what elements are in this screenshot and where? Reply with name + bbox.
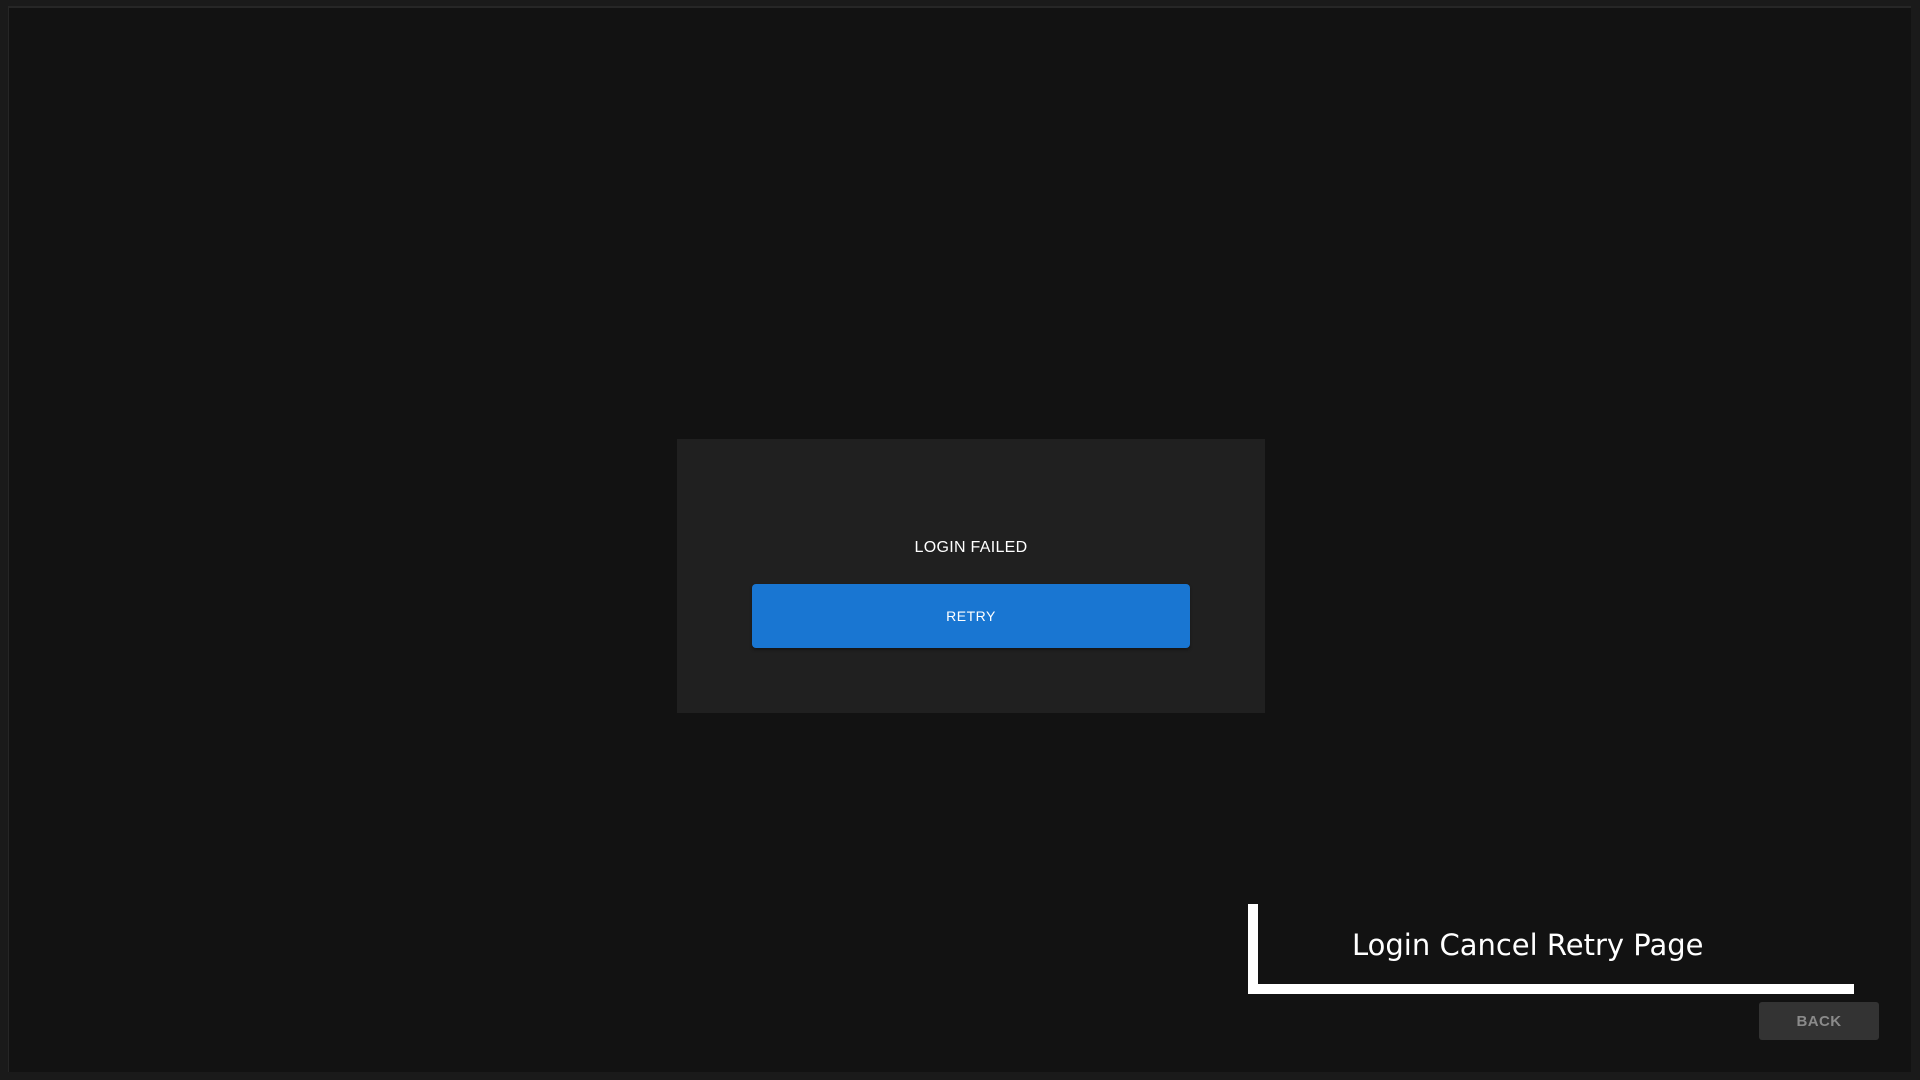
login-failed-dialog: LOGIN FAILED RETRY	[677, 439, 1265, 713]
retry-button[interactable]: RETRY	[752, 584, 1190, 648]
annotation-label: Login Cancel Retry Page	[1352, 928, 1704, 962]
back-button[interactable]: BACK	[1759, 1002, 1879, 1040]
dialog-title: LOGIN FAILED	[914, 539, 1028, 556]
